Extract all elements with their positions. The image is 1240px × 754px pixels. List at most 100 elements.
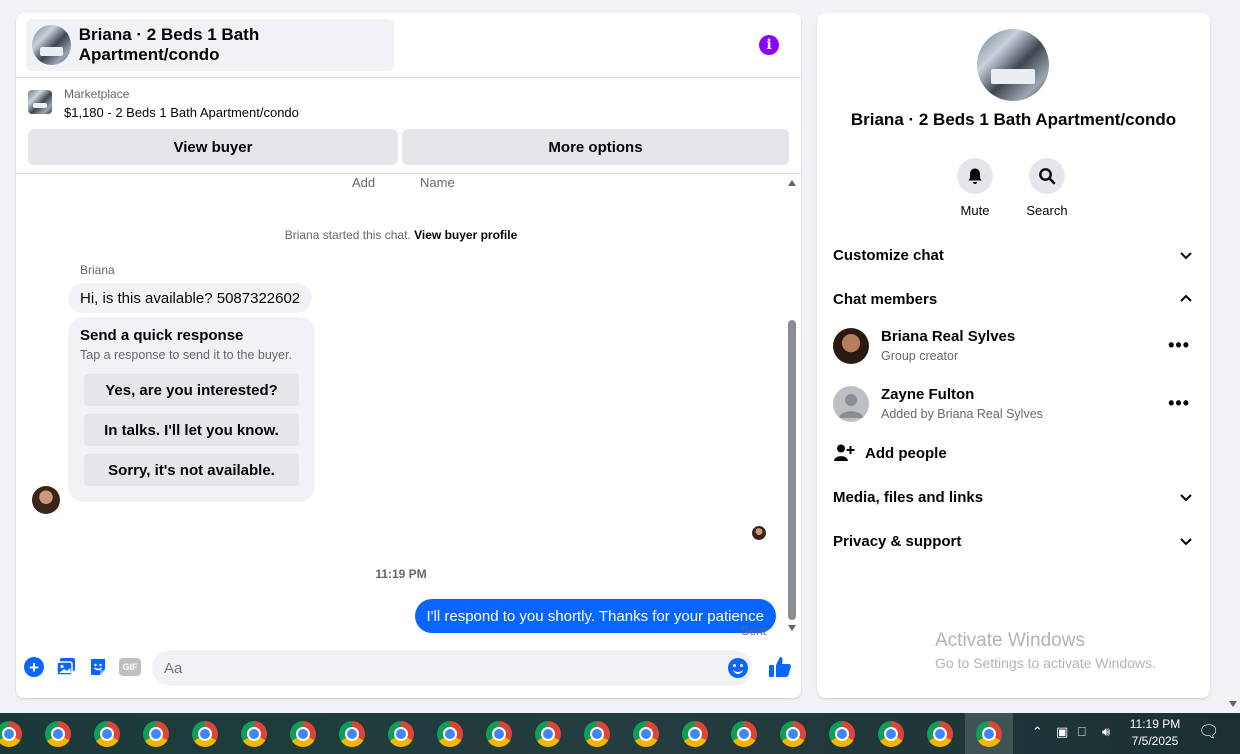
seen-by-avatar <box>752 526 766 540</box>
chrome-icon[interactable] <box>192 721 218 747</box>
page-scroll-down-icon[interactable] <box>1229 701 1237 707</box>
info-chat-name: Briana · 2 Beds 1 Bath Apartment/condo <box>850 110 1177 129</box>
chevron-up-tray-icon[interactable]: ⌃ <box>1032 724 1043 740</box>
listing-thumbnail <box>32 25 71 65</box>
mute-label: Mute <box>960 203 990 218</box>
chrome-icon[interactable] <box>437 721 463 747</box>
more-options-button[interactable]: More options <box>402 129 789 165</box>
chrome-icon[interactable] <box>241 721 267 747</box>
message-timestamp: 11:19 PM <box>375 567 427 581</box>
chrome-icon[interactable] <box>388 721 414 747</box>
chrome-icon[interactable] <box>290 721 316 747</box>
chat-started-notice: Briana started this chat. View buyer pro… <box>16 228 786 242</box>
message-scrollbar[interactable] <box>788 178 796 636</box>
clock-date: 7/5/2025 <box>1131 734 1179 748</box>
quick-response-option-in-talks[interactable]: In talks. I'll let you know. <box>84 414 299 446</box>
like-icon[interactable] <box>768 655 792 679</box>
member-role: Group creator <box>881 349 959 363</box>
system-clock[interactable]: 11:19 PM 7/5/2025 <box>1126 716 1184 750</box>
chrome-icon[interactable] <box>143 721 169 747</box>
scroll-up-arrow-icon[interactable] <box>788 180 796 186</box>
listing-price-title[interactable]: $1,180 - 2 Beds 1 Bath Apartment/condo <box>64 105 299 120</box>
sender-name: Briana <box>80 263 115 277</box>
sender-avatar[interactable] <box>32 486 60 514</box>
member-name: Briana Real Sylves <box>881 328 1016 345</box>
listing-source: Marketplace <box>64 87 130 101</box>
network-icon[interactable]: ⎕ <box>1078 724 1086 740</box>
chrome-icon[interactable] <box>682 721 708 747</box>
listing-small-thumbnail[interactable] <box>28 90 52 114</box>
chrome-icon[interactable] <box>94 721 120 747</box>
chrome-icon[interactable] <box>45 721 71 747</box>
mute-button[interactable]: Mute <box>945 158 1005 218</box>
chat-photo[interactable] <box>977 29 1049 101</box>
cut-off-label-name: Name <box>420 175 455 190</box>
info-icon[interactable]: i <box>759 35 779 55</box>
member-role: Added by Briana Real Sylves <box>881 407 1043 421</box>
chrome-icon[interactable] <box>633 721 659 747</box>
meet-now-icon[interactable]: ▣ <box>1056 724 1068 740</box>
page-scrollbar[interactable] <box>1226 0 1240 712</box>
watermark-subtitle: Go to Settings to activate Windows. <box>935 655 1156 671</box>
customize-chat-section[interactable]: Customize chat <box>833 243 1194 267</box>
chrome-icon[interactable] <box>927 721 953 747</box>
quick-response-title: Send a quick response <box>80 327 244 344</box>
chat-members-section[interactable]: Chat members <box>833 287 1194 311</box>
media-files-links-label: Media, files and links <box>833 488 984 506</box>
chrome-icon[interactable] <box>976 721 1002 747</box>
bell-icon <box>957 158 993 194</box>
search-icon <box>1029 158 1065 194</box>
more-horizontal-icon[interactable]: ••• <box>1168 336 1190 354</box>
view-buyer-button[interactable]: View buyer <box>28 129 398 165</box>
search-label: Search <box>1026 203 1068 218</box>
activate-windows-watermark: Activate Windows Go to Settings to activ… <box>935 630 1156 671</box>
member-avatar[interactable] <box>833 328 869 364</box>
message-thread: Add Name Briana started this chat. View … <box>16 175 801 635</box>
chrome-icon[interactable] <box>339 721 365 747</box>
volume-icon[interactable]: 🔊︎ <box>1102 724 1110 740</box>
chrome-icon[interactable] <box>486 721 512 747</box>
member-name: Zayne Fulton <box>881 386 975 403</box>
chevron-down-icon <box>1180 538 1192 546</box>
message-input[interactable] <box>152 650 752 686</box>
privacy-support-section[interactable]: Privacy & support <box>833 529 1194 553</box>
quick-response-option-yes[interactable]: Yes, are you interested? <box>84 374 299 406</box>
chrome-icon[interactable] <box>780 721 806 747</box>
chrome-icon[interactable] <box>0 721 22 747</box>
chat-title: Briana · 2 Beds 1 Bath Apartment/condo <box>78 25 260 64</box>
chevron-down-icon <box>1180 252 1192 260</box>
photo-icon[interactable] <box>56 657 76 677</box>
chat-panel: Briana · 2 Beds 1 Bath Apartment/condo i… <box>16 13 801 698</box>
chrome-icon[interactable] <box>878 721 904 747</box>
scroll-down-arrow-icon[interactable] <box>788 625 796 631</box>
view-buyer-profile-link[interactable]: View buyer profile <box>414 228 517 242</box>
default-avatar-icon[interactable] <box>833 386 869 422</box>
plus-icon[interactable]: + <box>24 657 44 677</box>
add-people-button[interactable]: Add people <box>833 441 947 465</box>
chat-info-panel: Briana · 2 Beds 1 Bath Apartment/condo M… <box>817 13 1210 698</box>
member-row[interactable]: Briana Real Sylves Group creator ••• <box>833 328 1194 368</box>
member-row[interactable]: Zayne Fulton Added by Briana Real Sylves… <box>833 386 1194 426</box>
chrome-icon[interactable] <box>829 721 855 747</box>
notification-icon[interactable]: 🗨︎ <box>1198 722 1220 742</box>
cut-off-label-add: Add <box>352 175 376 190</box>
chrome-icon[interactable] <box>535 721 561 747</box>
composer: + GIF <box>16 648 801 688</box>
chat-title-button[interactable]: Briana · 2 Beds 1 Bath Apartment/condo <box>26 19 394 71</box>
sticker-icon[interactable] <box>88 657 108 677</box>
more-horizontal-icon[interactable]: ••• <box>1168 394 1190 412</box>
scrollbar-thumb[interactable] <box>788 320 796 620</box>
search-button[interactable]: Search <box>1017 158 1077 218</box>
add-people-label: Add people <box>865 444 947 462</box>
quick-response-subtitle: Tap a response to send it to the buyer. <box>80 348 292 362</box>
media-files-links-section[interactable]: Media, files and links <box>833 485 1194 509</box>
watermark-title: Activate Windows <box>935 630 1085 651</box>
listing-banner: Marketplace $1,180 - 2 Beds 1 Bath Apart… <box>16 79 801 174</box>
message-status: Sent <box>741 624 766 638</box>
chrome-icon[interactable] <box>731 721 757 747</box>
customize-chat-label: Customize chat <box>833 246 944 264</box>
emoji-icon[interactable] <box>728 658 748 678</box>
chrome-icon[interactable] <box>584 721 610 747</box>
quick-response-option-sorry[interactable]: Sorry, it's not available. <box>84 454 299 486</box>
gif-icon[interactable]: GIF <box>119 658 141 676</box>
